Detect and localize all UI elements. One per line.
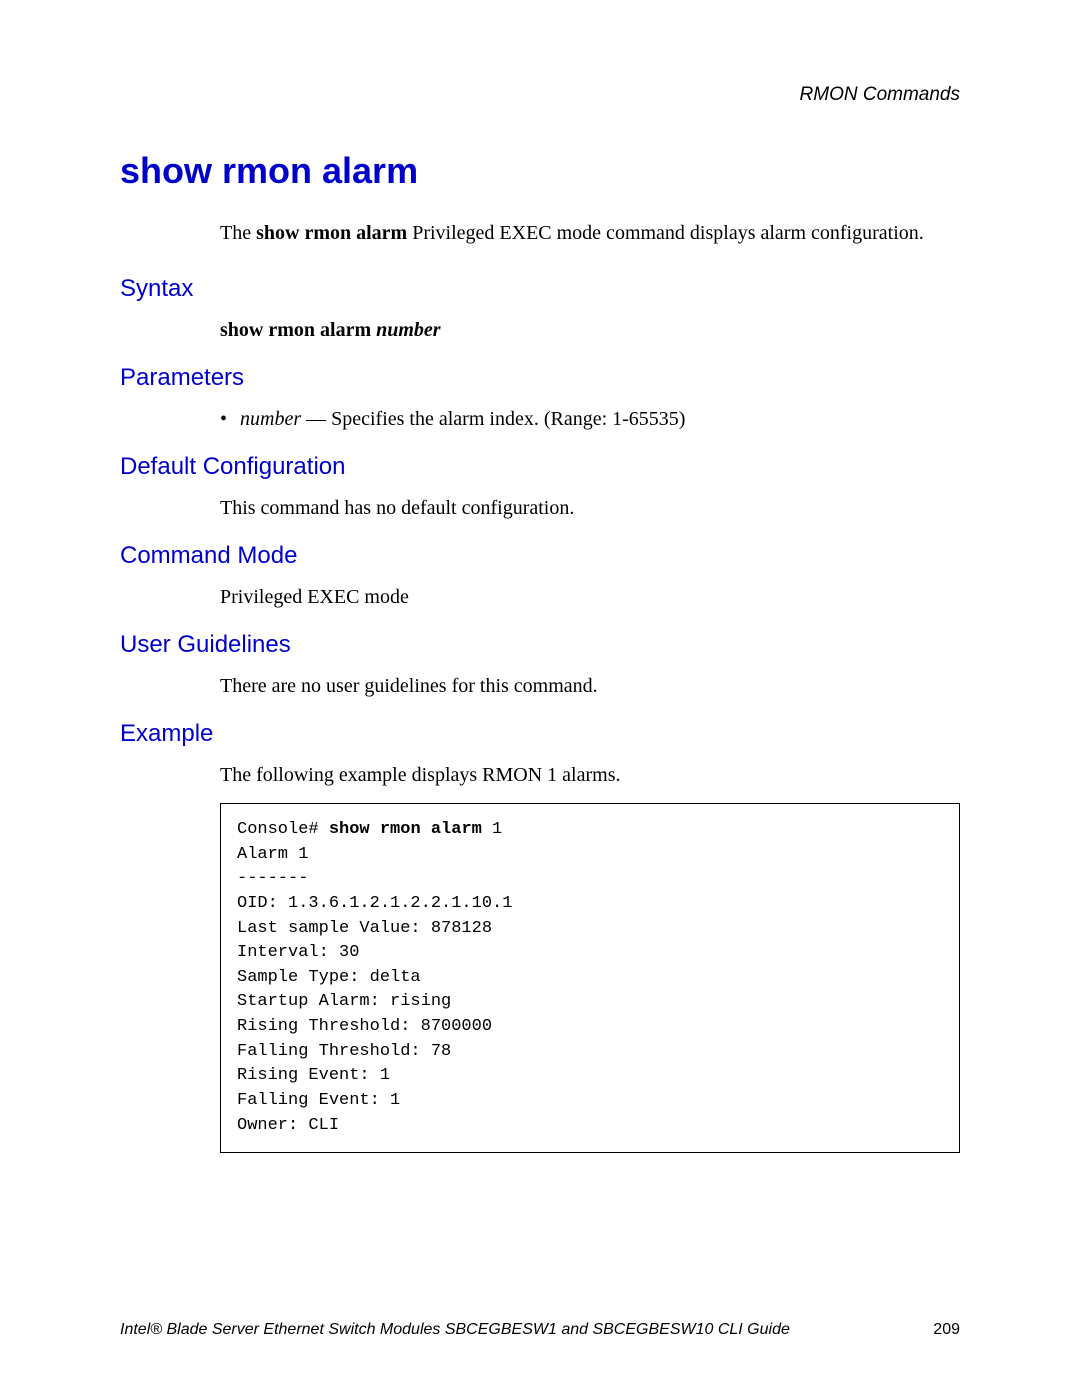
- example-text: The following example displays RMON 1 al…: [220, 764, 960, 787]
- command-title: show rmon alarm: [120, 150, 960, 192]
- code-output: Alarm 1 ------- OID: 1.3.6.1.2.1.2.2.1.1…: [237, 845, 512, 1135]
- default-config-text: This command has no default configuratio…: [220, 497, 960, 520]
- footer-doc-title: Intel® Blade Server Ethernet Switch Modu…: [120, 1321, 790, 1339]
- page-container: RMON Commands show rmon alarm The show r…: [0, 0, 1080, 1397]
- command-mode-text: Privileged EXEC mode: [220, 586, 960, 609]
- command-mode-heading: Command Mode: [120, 542, 960, 570]
- parameters-heading: Parameters: [120, 364, 960, 392]
- example-code-block: Console# show rmon alarm 1 Alarm 1 -----…: [220, 803, 960, 1153]
- default-config-heading: Default Configuration: [120, 453, 960, 481]
- parameter-item: • number — Specifies the alarm index. (R…: [220, 408, 960, 431]
- syntax-argument: number: [376, 319, 440, 341]
- syntax-line: show rmon alarm number: [220, 319, 960, 342]
- intro-paragraph: The show rmon alarm Privileged EXEC mode…: [220, 220, 960, 247]
- code-prompt: Console#: [237, 820, 329, 839]
- syntax-command: show rmon alarm: [220, 319, 376, 341]
- page-footer: Intel® Blade Server Ethernet Switch Modu…: [120, 1321, 960, 1339]
- user-guidelines-heading: User Guidelines: [120, 631, 960, 659]
- parameter-description: — Specifies the alarm index. (Range: 1-6…: [301, 408, 685, 430]
- user-guidelines-text: There are no user guidelines for this co…: [220, 675, 960, 698]
- footer-page-number: 209: [933, 1321, 960, 1339]
- bullet-icon: •: [220, 408, 232, 430]
- header-section-label: RMON Commands: [800, 84, 960, 106]
- syntax-heading: Syntax: [120, 275, 960, 303]
- code-command: show rmon alarm: [329, 820, 482, 839]
- code-argument: 1: [482, 820, 502, 839]
- intro-command-name: show rmon alarm: [256, 222, 407, 244]
- intro-prefix: The: [220, 222, 256, 244]
- intro-suffix: Privileged EXEC mode command displays al…: [407, 222, 924, 244]
- example-heading: Example: [120, 720, 960, 748]
- parameter-name: number: [240, 408, 301, 430]
